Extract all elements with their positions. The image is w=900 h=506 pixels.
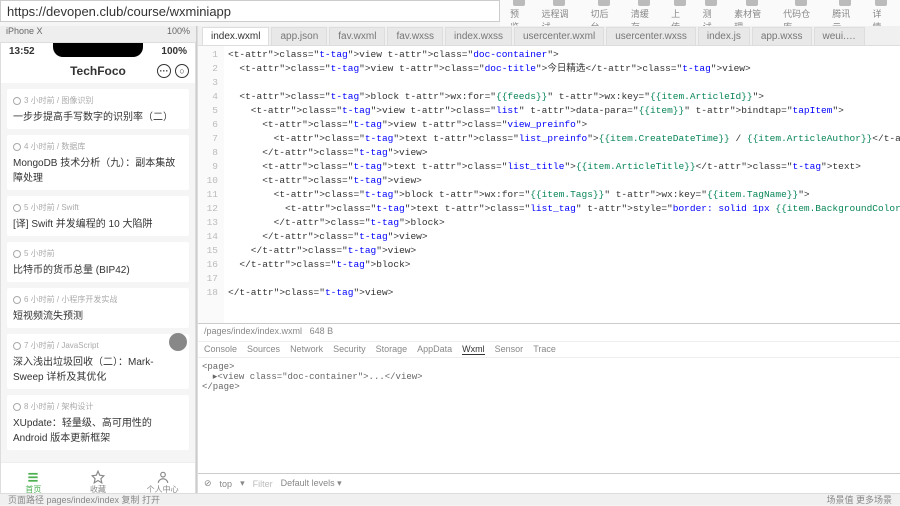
test-icon — [705, 0, 717, 6]
phone-notch — [53, 43, 143, 57]
devtools-tab[interactable]: Trace — [533, 344, 556, 355]
editor-tabs: index.wxmlapp.jsonfav.wxmlfav.wxssindex.… — [198, 26, 900, 46]
devtools-tab[interactable]: Console — [204, 344, 237, 355]
scroll-indicator[interactable] — [169, 333, 187, 351]
phone-time: 13:52 — [9, 46, 35, 57]
card-meta: 5 小时前 — [13, 248, 183, 259]
sim-header: iPhone X 100% — [0, 26, 196, 36]
phone-battery: 100% — [161, 46, 187, 57]
user-icon — [155, 470, 171, 484]
editor-tab[interactable]: fav.wxml — [329, 27, 385, 45]
sim-device[interactable]: iPhone X — [6, 26, 43, 36]
card-meta: 6 小时前 / 小程序开发实战 — [13, 294, 183, 305]
remote-icon — [553, 0, 565, 6]
devtools-panel: /pages/index/index.wxml 648 B 行 4, 列 1 W… — [198, 323, 900, 493]
wxml-tree[interactable]: <page> ▸<view class="doc-container">...<… — [198, 358, 900, 473]
status-right[interactable]: 场景值 更多场景 — [826, 493, 892, 506]
article-card[interactable]: 3 小时前 / 图像识别一步步提高手写数字的识别率（二） — [7, 89, 189, 129]
url-text: https://devopen.club/course/wxminiapp — [7, 4, 231, 19]
capsule-menu-icon[interactable]: ··· — [157, 64, 171, 78]
card-meta: 4 小时前 / 数据库 — [13, 141, 183, 152]
top-toolbar: 预览远程调试切后台清缓存上传测试素材管理代码仓库腾讯云详情 — [500, 0, 900, 26]
code-editor[interactable]: 123456789101112131415161718 <t-attr">cla… — [198, 46, 900, 323]
card-title: XUpdate：轻量级、高可用性的 Android 版本更新框架 — [13, 414, 183, 444]
material-icon — [746, 0, 758, 6]
devtools-tab[interactable]: Network — [290, 344, 323, 355]
card-title: [译] Swift 并发编程的 10 大陷阱 — [13, 215, 183, 230]
status-bar: 页面路径 pages/index/index 复制 打开 场景值 更多场景 — [0, 493, 900, 505]
capsule-close-icon[interactable]: ○ — [175, 64, 189, 78]
editor-tab[interactable]: app.wxss — [752, 27, 812, 45]
editor-status: /pages/index/index.wxml 648 B 行 4, 列 1 W… — [198, 324, 900, 342]
devtools-tab[interactable]: Sources — [247, 344, 280, 355]
article-card[interactable]: 5 小时前 / Swift [译] Swift 并发编程的 10 大陷阱 — [7, 196, 189, 236]
devtools-tab[interactable]: Wxml — [462, 344, 485, 355]
card-title: 一步步提高手写数字的识别率（二） — [13, 108, 183, 123]
url-bar[interactable]: https://devopen.club/course/wxminiapp — [0, 0, 500, 22]
editor-tab[interactable]: index.wxss — [445, 27, 512, 45]
sim-zoom[interactable]: 100% — [167, 26, 190, 36]
card-meta: 7 小时前 / JavaScript — [13, 340, 183, 351]
phone-frame: 13:52 100% TechFoco ··· ○ 3 小时前 / 图像识别一步… — [0, 42, 196, 503]
page-title: TechFoco — [70, 64, 126, 78]
status-left[interactable]: 页面路径 pages/index/index 复制 打开 — [8, 493, 160, 506]
cloud-icon — [839, 0, 851, 6]
devtools-tab[interactable]: Sensor — [495, 344, 524, 355]
devtools-tab[interactable]: AppData — [417, 344, 452, 355]
editor-tab[interactable]: index.js — [698, 27, 750, 45]
phone-header: TechFoco ··· ○ — [1, 59, 195, 83]
detail-icon — [875, 0, 887, 6]
list-icon — [25, 470, 41, 484]
devtools-tabs: Console Sources Network Security Storage AppD… — [198, 342, 900, 358]
switch-icon — [598, 0, 610, 6]
simulator-panel: iPhone X 100% 13:52 100% TechFoco ··· ○ … — [0, 26, 197, 493]
star-icon — [90, 470, 106, 484]
card-title: 比特币的货币总量 (BIP42) — [13, 261, 183, 276]
code-body[interactable]: <t-attr">class="t-tag">view t-attr">clas… — [224, 46, 900, 323]
card-title: 深入浅出垃圾回收（二）：Mark-Sweep 详析及其优化 — [13, 353, 183, 383]
card-title: 短视频流失预测 — [13, 307, 183, 322]
editor-tab[interactable]: weui.… — [814, 27, 865, 45]
console-bar[interactable]: ⊘ top▾ Filter Default levels ▾ — [198, 473, 900, 493]
editor-tab[interactable]: index.wxml — [202, 27, 269, 45]
main-area: iPhone X 100% 13:52 100% TechFoco ··· ○ … — [0, 26, 900, 493]
editor-area: index.wxmlapp.jsonfav.wxmlfav.wxssindex.… — [198, 26, 900, 493]
cache-icon — [638, 0, 650, 6]
gutter: 123456789101112131415161718 — [198, 46, 224, 323]
card-meta: 5 小时前 / Swift — [13, 202, 183, 213]
editor-tab[interactable]: usercenter.wxml — [514, 27, 604, 45]
card-meta: 8 小时前 / 架构设计 — [13, 401, 183, 412]
phone-content[interactable]: 3 小时前 / 图像识别一步步提高手写数字的识别率（二） 4 小时前 / 数据库 M… — [1, 83, 195, 462]
editor-tab[interactable]: fav.wxss — [387, 27, 443, 45]
devtools-tab[interactable]: Storage — [376, 344, 408, 355]
article-card[interactable]: 6 小时前 / 小程序开发实战短视频流失预测 — [7, 288, 189, 328]
editor-tab[interactable]: usercenter.wxss — [606, 27, 696, 45]
devtools-tab[interactable]: Security — [333, 344, 366, 355]
git-icon — [795, 0, 807, 6]
article-card[interactable]: 8 小时前 / 架构设计 XUpdate：轻量级、高可用性的 Android 版本… — [7, 395, 189, 450]
article-card[interactable]: 4 小时前 / 数据库 MongoDB 技术分析（九）：副本集故障处理 — [7, 135, 189, 190]
preview-icon — [513, 0, 525, 6]
editor-tab[interactable]: app.json — [271, 27, 327, 45]
card-title: MongoDB 技术分析（九）：副本集故障处理 — [13, 154, 183, 184]
article-card[interactable]: 5 小时前比特币的货币总量 (BIP42) — [7, 242, 189, 282]
article-card[interactable]: 7 小时前 / JavaScript 深入浅出垃圾回收（二）：Mark-Sweep… — [7, 334, 189, 389]
card-meta: 3 小时前 / 图像识别 — [13, 95, 183, 106]
upload-icon — [674, 0, 686, 6]
